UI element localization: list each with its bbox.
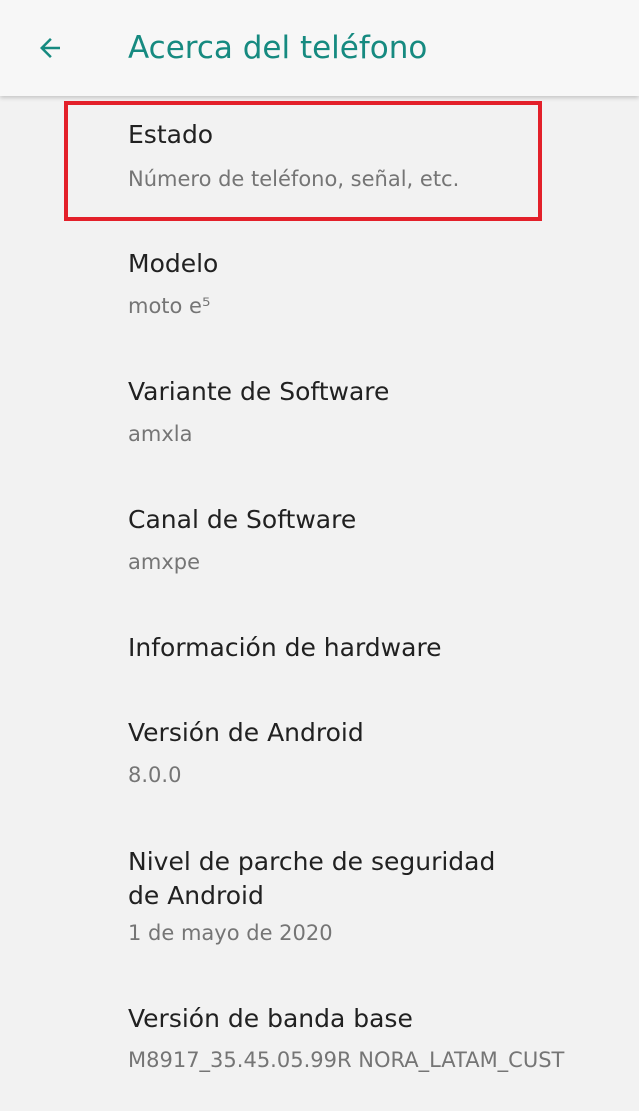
item-title: Versión de Android (128, 718, 364, 747)
item-summary: 1 de mayo de 2020 (128, 921, 333, 945)
item-title: Canal de Software (128, 505, 357, 534)
back-button[interactable] (28, 26, 72, 70)
list-item-canal-software[interactable]: Canal de Software amxpe (0, 503, 639, 599)
item-title: Información de hardware (128, 633, 442, 662)
item-title: Versión de banda base (128, 1004, 413, 1033)
list-item-parche-seguridad[interactable]: Nivel de parche de seguridad de Android … (0, 845, 639, 965)
list-item-variante-software[interactable]: Variante de Software amxla (0, 375, 639, 471)
list-item-banda-base[interactable]: Versión de banda base M8917_35.45.05.99R… (0, 1002, 639, 1098)
list-item-version-android[interactable]: Versión de Android 8.0.0 (0, 716, 639, 812)
app-bar: Acerca del teléfono (0, 0, 639, 96)
item-title: Nivel de parche de seguridad de Android (128, 847, 496, 910)
list-item-hardware[interactable]: Información de hardware (0, 631, 639, 691)
item-summary: amxla (128, 422, 193, 446)
item-summary: amxpe (128, 550, 201, 574)
list-item-estado[interactable]: Estado Número de teléfono, señal, etc. (0, 118, 639, 214)
item-summary: moto e⁵ (128, 294, 211, 318)
item-title: Variante de Software (128, 377, 390, 406)
item-summary: Número de teléfono, señal, etc. (128, 167, 460, 191)
item-summary: 8.0.0 (128, 763, 182, 787)
list-item-modelo[interactable]: Modelo moto e⁵ (0, 247, 639, 343)
item-summary: M8917_35.45.05.99R NORA_LATAM_CUST (128, 1048, 565, 1072)
arrow-left-icon (40, 38, 60, 58)
item-title: Estado (128, 120, 214, 149)
page-title: Acerca del teléfono (128, 30, 428, 66)
item-title: Modelo (128, 249, 219, 278)
